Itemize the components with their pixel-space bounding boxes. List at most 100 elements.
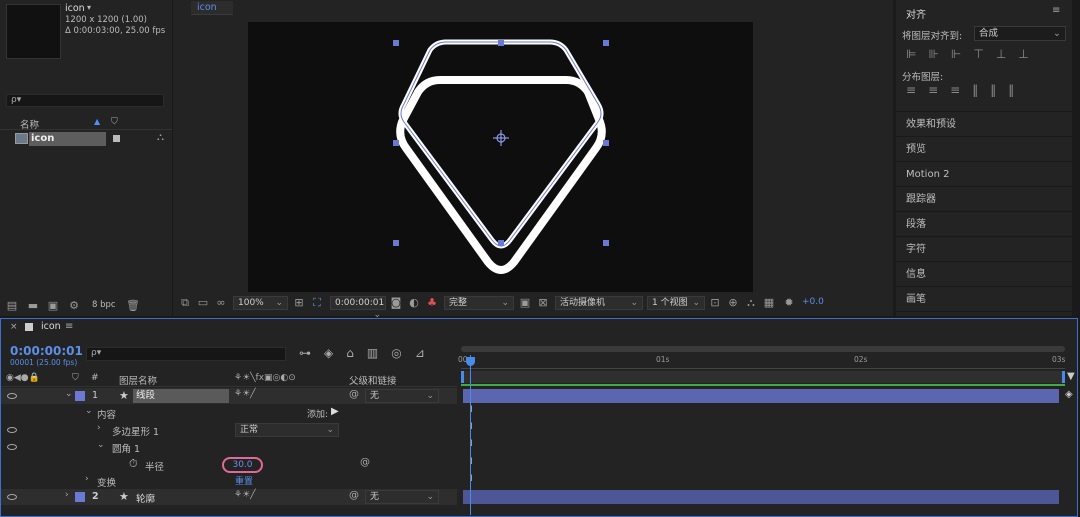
layer-row-1[interactable]: ⌄ 1 ★ 线段 ⚘☀╱ @ 无 (1, 388, 457, 404)
layer-switches[interactable]: ⚘☀╱ (234, 389, 256, 399)
dist-left-icon[interactable]: ‖ (972, 83, 978, 97)
stopwatch-icon[interactable]: ⏱ (129, 457, 138, 471)
contents-label[interactable]: 内容 (97, 407, 116, 421)
round-corners-chevron-icon[interactable]: ⌄ (97, 440, 105, 450)
exposure-icon[interactable]: ✹ (782, 297, 796, 309)
layer2-label-color[interactable] (75, 492, 85, 502)
layer-name[interactable]: 线段 (133, 389, 229, 403)
viewer-timecode[interactable]: 0:00:00:01 (330, 296, 386, 310)
add-play-icon[interactable]: ▶ (331, 406, 339, 417)
panel-tracker[interactable]: 跟踪器 (896, 187, 1072, 212)
flowchart-icon[interactable]: ⛬ (744, 297, 758, 309)
layer2-chevron-icon[interactable]: › (65, 490, 69, 500)
project-search-input[interactable]: ρ▾ (6, 94, 164, 107)
panel-effects[interactable]: 效果和预设 (896, 112, 1072, 137)
layer2-parent-spiral-icon[interactable]: @ (349, 490, 359, 501)
camera-select[interactable]: 活动摄像机 (555, 296, 643, 310)
project-item-name[interactable]: icon (29, 132, 106, 146)
polystar-eye-icon[interactable] (7, 427, 17, 433)
dist-hcenter-icon[interactable]: ‖ (990, 83, 996, 97)
round-corners-label[interactable]: 圆角 1 (112, 441, 140, 455)
radius-value[interactable]: 30.0 (222, 457, 263, 473)
layer-label-color[interactable] (75, 391, 85, 401)
layer-1-bar[interactable] (463, 389, 1059, 403)
expand-chevron-icon[interactable]: ⌄ (65, 389, 73, 399)
settings-icon[interactable]: ⚙ (67, 300, 81, 312)
work-area-bar[interactable] (461, 346, 1065, 352)
graph-editor-icon[interactable]: ⊿ (415, 346, 425, 360)
viewer-tab[interactable]: icon (191, 1, 233, 15)
new-comp-icon[interactable]: ▣ (46, 300, 60, 312)
snapshot-icon[interactable]: ⧉ (178, 297, 192, 309)
timeline-timecode[interactable]: 0:00:00:01 (10, 344, 83, 358)
views-select[interactable]: 1 个视图 (647, 296, 705, 310)
draft3d-icon[interactable]: ◈ (324, 346, 333, 360)
exposure-value[interactable]: +0.0 (802, 297, 824, 307)
layer2-eye-icon[interactable] (7, 494, 17, 500)
panel-info[interactable]: 信息 (896, 262, 1072, 287)
align-left-icon[interactable]: ⊫ (906, 47, 916, 61)
3d-view-icon[interactable]: ⊕ (726, 297, 740, 309)
transform-chevron-icon[interactable]: › (85, 474, 89, 484)
interpret-footage-icon[interactable]: ▤ (5, 300, 19, 312)
render-icon[interactable]: ▦ (762, 297, 776, 309)
align-bottom-icon[interactable]: ⊥ (1018, 47, 1028, 61)
cti-head[interactable] (466, 357, 475, 366)
quality-select[interactable]: 完整 (444, 296, 514, 310)
layer-row-2[interactable]: › 2 ★ 轮廓 ⚘☀╱ @ 无 (1, 489, 457, 505)
toggle-pixel-icon[interactable]: ⊡ (708, 297, 722, 309)
transparency-grid-icon[interactable]: ⊠ (536, 297, 550, 309)
tab-menu-icon[interactable]: ≡ (65, 321, 73, 332)
layer2-switches[interactable]: ⚘☀╱ (234, 490, 256, 500)
dist-top-icon[interactable]: ≡ (906, 83, 916, 97)
comp-menu-chevron-icon[interactable]: ▾ (87, 3, 91, 12)
timeline-tab-label[interactable]: icon (41, 321, 61, 332)
polystar-label[interactable]: 多边星形 1 (112, 424, 159, 438)
panel-brush[interactable]: 画笔 (896, 287, 1072, 312)
visibility-eye-icon[interactable] (7, 393, 17, 399)
expression-spiral-icon[interactable]: @ (360, 457, 370, 468)
comp-name[interactable]: icon (65, 3, 85, 14)
layer2-name[interactable]: 轮廓 (136, 491, 155, 505)
align-to-select[interactable]: 合成 (974, 26, 1066, 41)
layer-2-bar[interactable] (463, 490, 1059, 504)
monitor-icon[interactable]: ▭ (196, 297, 210, 309)
new-folder-icon[interactable]: ▬ (26, 300, 40, 312)
fast-preview-icon[interactable]: ▣ (518, 297, 532, 309)
delete-icon[interactable]: 🗑 (126, 300, 140, 312)
panel-menu-icon[interactable]: ≡ (1052, 5, 1060, 16)
sort-arrow-icon[interactable]: ▲ (94, 117, 100, 126)
align-vcenter-icon[interactable]: ⊥ (996, 47, 1006, 61)
current-time-indicator[interactable] (470, 355, 471, 515)
dist-right-icon[interactable]: ‖ (1008, 83, 1014, 97)
comp-flow-icon[interactable]: ⊶ (299, 346, 311, 360)
motion-blur-icon[interactable]: ◎ (391, 346, 401, 360)
close-icon[interactable]: × (10, 322, 18, 332)
round-corners-eye-icon[interactable] (7, 444, 17, 450)
timeline-search-input[interactable]: ρ▾ (86, 347, 286, 361)
contents-chevron-icon[interactable]: ⌄ (85, 406, 93, 416)
panel-paragraph[interactable]: 段落 (896, 212, 1072, 237)
parent-select-2[interactable]: 无 (365, 490, 439, 504)
grid-icon[interactable]: ⊞ (292, 297, 306, 309)
color-channels-icon[interactable]: ♣ (425, 297, 439, 309)
panel-character[interactable]: 字符 (896, 237, 1072, 262)
align-hcenter-icon[interactable]: ⊪ (928, 47, 938, 61)
zoom-select[interactable]: 100% (233, 296, 288, 310)
roi-icon[interactable]: ⛶ (310, 297, 324, 309)
comp-button-icon[interactable]: ◈ (1065, 389, 1073, 400)
col-name-label[interactable]: 名称 (20, 117, 39, 131)
align-right-icon[interactable]: ⊩ (951, 47, 961, 61)
mask-icon[interactable]: ∞ (214, 297, 228, 309)
camera-icon[interactable]: ◙ (389, 297, 403, 309)
dist-vcenter-icon[interactable]: ≡ (928, 83, 938, 97)
panel-motion2[interactable]: Motion 2 (896, 162, 1072, 187)
parent-select-1[interactable]: 无 (365, 389, 439, 403)
blend-mode-select[interactable]: 正常 (235, 423, 339, 437)
parent-spiral-icon[interactable]: @ (349, 389, 359, 400)
label-tag-icon[interactable]: ⛉ (111, 117, 118, 127)
frame-blend-icon[interactable]: ▥ (367, 346, 378, 360)
work-area-range[interactable] (461, 371, 1065, 383)
polystar-chevron-icon[interactable]: › (97, 423, 101, 433)
shy-icon[interactable]: ⌂ (346, 346, 354, 360)
